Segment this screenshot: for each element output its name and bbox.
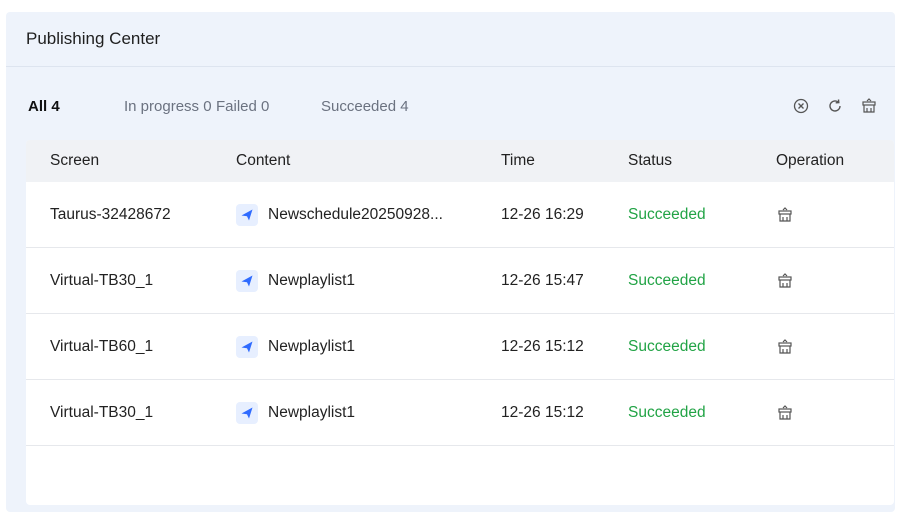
- table-row: Virtual-TB30_1 Newplaylist1 12-26 15:12 …: [26, 380, 894, 446]
- clean-icon: [778, 338, 792, 354]
- clean-all-button[interactable]: [857, 94, 881, 118]
- status-text: Succeeded: [628, 403, 706, 421]
- content-name: Newplaylist1: [268, 271, 356, 289]
- refresh-icon: [829, 99, 841, 112]
- clear-button[interactable]: [789, 94, 813, 118]
- table-row: Virtual-TB30_1 Newplaylist1 12-26 15:47 …: [26, 248, 894, 314]
- send-icon: [236, 269, 258, 292]
- publish-time: 12-26 15:12: [501, 403, 584, 421]
- clean-all-icon: [862, 98, 876, 113]
- page-title: Publishing Center: [26, 29, 161, 48]
- screen-name: Virtual-TB30_1: [50, 403, 154, 421]
- send-icon: [236, 203, 258, 226]
- filter-all[interactable]: All 4: [28, 98, 60, 115]
- send-icon: [236, 401, 258, 424]
- clean-icon: [778, 404, 792, 420]
- clear-icon: [793, 98, 809, 114]
- refresh-button[interactable]: [823, 94, 847, 118]
- publishing-center-panel: Publishing Center All 4 In progress 0 Fa…: [6, 12, 895, 512]
- content-name: Newschedule20250928...: [268, 205, 443, 223]
- delete-record-button[interactable]: [776, 206, 794, 224]
- publish-time: 12-26 15:47: [501, 271, 584, 289]
- screen-name: Virtual-TB30_1: [50, 271, 154, 289]
- table-header: Screen Content Time Status Operation: [26, 140, 894, 182]
- publish-time: 12-26 16:29: [501, 205, 584, 223]
- panel-header: Publishing Center: [6, 12, 895, 67]
- screen-name: Virtual-TB60_1: [50, 337, 154, 355]
- column-header-content: Content: [236, 152, 291, 169]
- content-name: Newplaylist1: [268, 337, 356, 355]
- delete-record-button[interactable]: [776, 272, 794, 290]
- filter-succeeded[interactable]: Succeeded 4: [321, 98, 409, 115]
- content-name: Newplaylist1: [268, 403, 356, 421]
- send-icon: [236, 335, 258, 358]
- status-text: Succeeded: [628, 205, 706, 223]
- content-cell: Newschedule20250928...: [236, 203, 443, 226]
- content-cell: Newplaylist1: [236, 401, 356, 424]
- column-header-time: Time: [501, 152, 535, 169]
- screen-name: Taurus-32428672: [50, 205, 171, 223]
- content-cell: Newplaylist1: [236, 269, 356, 292]
- status-text: Succeeded: [628, 337, 706, 355]
- status-filter-bar: All 4 In progress 0 Failed 0 Succeeded 4: [6, 66, 895, 142]
- content-cell: Newplaylist1: [236, 335, 356, 358]
- publish-time: 12-26 15:12: [501, 337, 584, 355]
- table-row: Virtual-TB60_1 Newplaylist1 12-26 15:12 …: [26, 314, 894, 380]
- status-text: Succeeded: [628, 271, 706, 289]
- toolbar-actions: [789, 94, 881, 118]
- delete-record-button[interactable]: [776, 338, 794, 356]
- publish-table: Screen Content Time Status Operation Tau…: [26, 140, 894, 505]
- column-header-operation: Operation: [776, 152, 845, 169]
- column-header-screen: Screen: [50, 152, 100, 169]
- table-row: Taurus-32428672 Newschedule20250928... 1…: [26, 182, 894, 248]
- clean-icon: [778, 272, 792, 288]
- column-header-status: Status: [628, 152, 672, 169]
- filter-in-progress[interactable]: In progress 0: [124, 98, 212, 115]
- clean-icon: [778, 206, 792, 222]
- filter-failed[interactable]: Failed 0: [216, 98, 269, 115]
- delete-record-button[interactable]: [776, 404, 794, 422]
